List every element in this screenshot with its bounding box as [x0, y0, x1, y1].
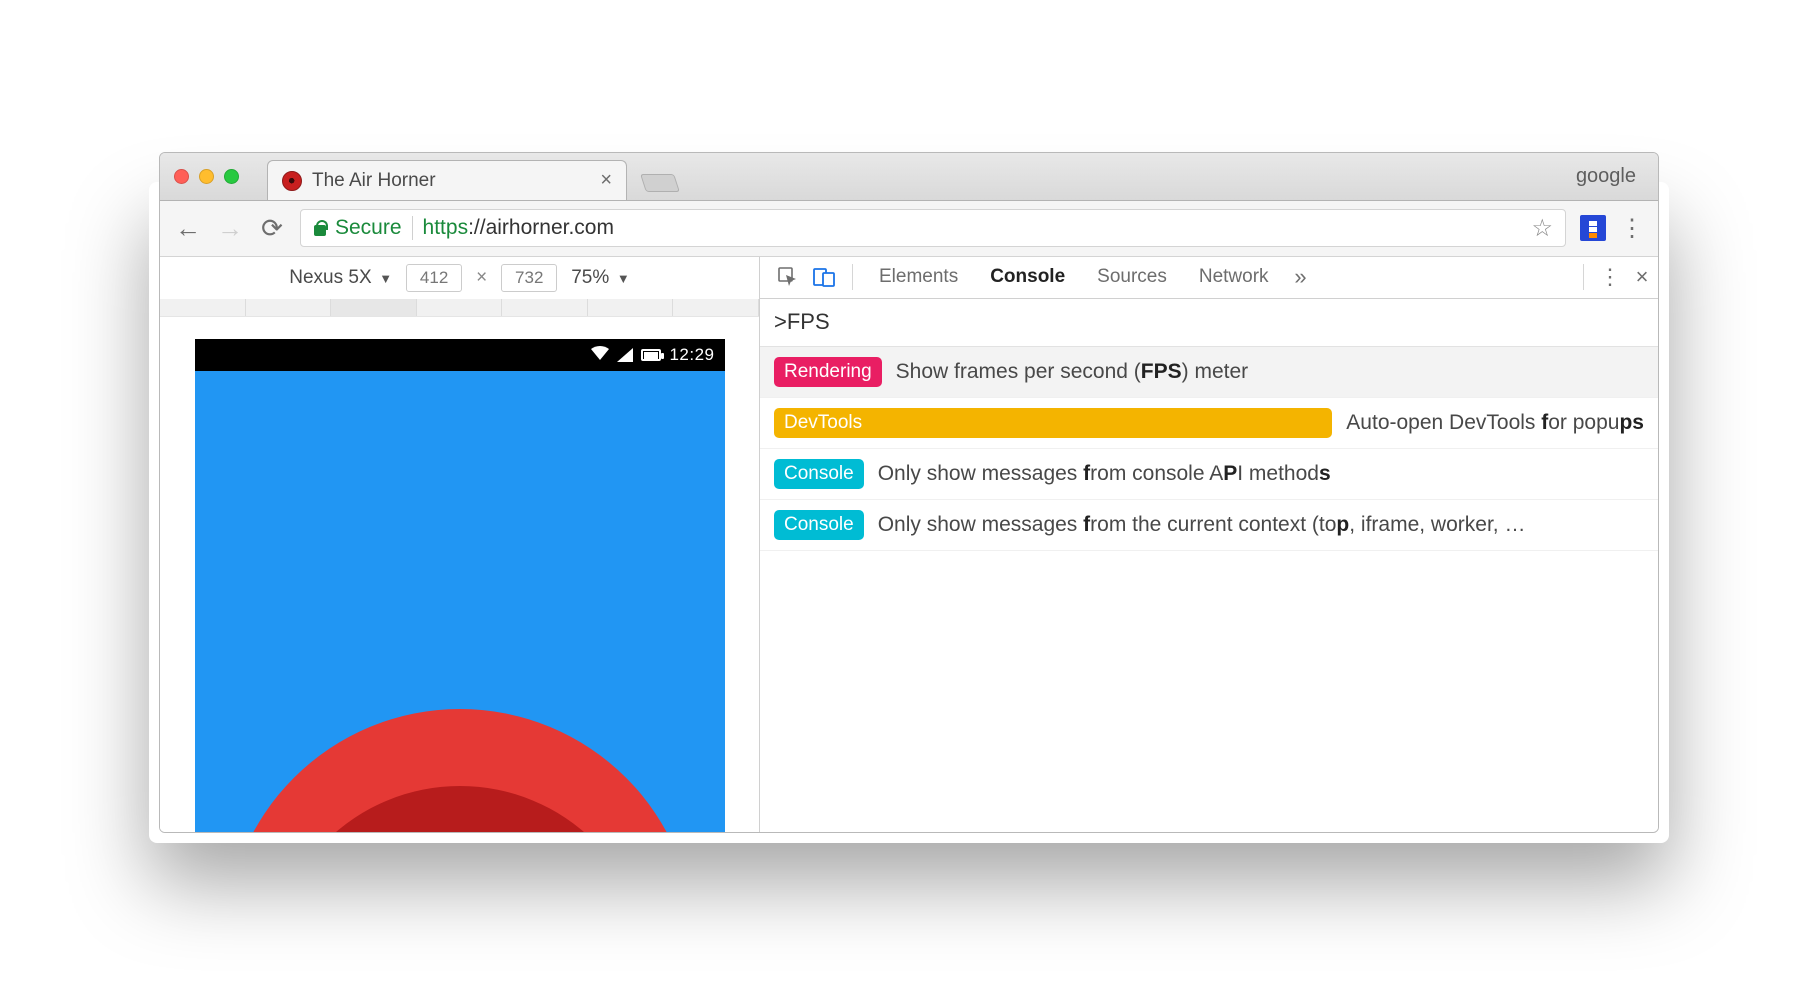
cellular-signal-icon: [617, 348, 633, 362]
separator: [1583, 264, 1584, 290]
browser-tab[interactable]: The Air Horner ×: [267, 160, 627, 200]
toggle-device-toolbar-button[interactable]: [806, 259, 842, 295]
device-toolbar: Nexus 5X ▼ 412 × 732 75% ▼: [160, 257, 759, 299]
command-menu-item-label: Show frames per second (FPS) meter: [896, 360, 1248, 384]
content-area: Nexus 5X ▼ 412 × 732 75% ▼: [160, 257, 1658, 832]
browser-window: The Air Horner × google ← → ⟳ Secure htt…: [159, 152, 1659, 833]
chevron-down-icon: ▼: [613, 271, 629, 286]
command-menu-query: >FPS: [774, 309, 830, 335]
tab-network[interactable]: Network: [1183, 257, 1285, 298]
address-bar[interactable]: Secure https://airhorner.com ☆: [300, 209, 1566, 247]
responsive-ruler[interactable]: [160, 299, 759, 317]
zoom-value: 75%: [571, 267, 609, 288]
zoom-select[interactable]: 75% ▼: [571, 267, 630, 289]
command-menu-item[interactable]: Console Only show messages from console A…: [760, 449, 1658, 500]
url-host: ://airhorner.com: [468, 216, 614, 239]
device-select[interactable]: Nexus 5X ▼: [289, 267, 392, 289]
window-minimize-button[interactable]: [199, 169, 214, 184]
tab-close-button[interactable]: ×: [600, 169, 612, 192]
device-height-input[interactable]: 732: [501, 264, 557, 292]
browser-toolbar: ← → ⟳ Secure https://airhorner.com ☆ ⋮: [160, 201, 1658, 257]
emulated-viewport[interactable]: 12:29: [160, 317, 759, 832]
device-emulation-pane: Nexus 5X ▼ 412 × 732 75% ▼: [160, 257, 760, 832]
tab-console[interactable]: Console: [974, 257, 1081, 298]
inspect-element-button[interactable]: [770, 259, 806, 295]
command-menu-item[interactable]: DevTools Auto-open DevTools for popups: [760, 398, 1658, 449]
new-tab-button[interactable]: [640, 174, 680, 192]
tab-elements[interactable]: Elements: [863, 257, 974, 298]
reload-button[interactable]: ⟳: [258, 213, 286, 244]
bookmark-star-icon[interactable]: ☆: [1531, 214, 1553, 243]
browser-menu-button[interactable]: ⋮: [1620, 214, 1644, 243]
secure-label: Secure: [335, 216, 402, 240]
separator: [412, 216, 413, 240]
url-scheme: https: [423, 216, 469, 239]
lock-icon: [313, 220, 327, 236]
status-time: 12:29: [669, 345, 714, 365]
chevron-down-icon: ▼: [376, 271, 392, 286]
dimension-by-label: ×: [476, 267, 487, 289]
devtools-menu-button[interactable]: ⋮: [1594, 264, 1626, 290]
window-titlebar: The Air Horner × google: [160, 153, 1658, 201]
device-width-input[interactable]: 412: [406, 264, 462, 292]
battery-icon: [641, 349, 661, 361]
tab-sources[interactable]: Sources: [1081, 257, 1183, 298]
command-menu-item-label: Only show messages from console API meth…: [878, 462, 1331, 486]
url-text: https://airhorner.com: [423, 216, 614, 240]
tab-title: The Air Horner: [312, 170, 590, 192]
command-menu-results: Rendering Show frames per second (FPS) me…: [760, 347, 1658, 551]
window-controls: [174, 169, 239, 184]
command-menu-item[interactable]: Rendering Show frames per second (FPS) me…: [760, 347, 1658, 398]
window-close-button[interactable]: [174, 169, 189, 184]
wifi-icon: [591, 345, 609, 365]
more-tabs-button[interactable]: »: [1285, 264, 1317, 290]
emulated-device-screen: 12:29: [195, 339, 725, 832]
command-menu-input[interactable]: >FPS: [760, 299, 1658, 347]
category-badge: DevTools: [774, 408, 1332, 438]
command-menu-item-label: Only show messages from the current cont…: [878, 513, 1526, 537]
profile-label[interactable]: google: [1576, 165, 1644, 188]
devtools-close-button[interactable]: ×: [1626, 264, 1658, 290]
command-menu-item[interactable]: Console Only show messages from the curre…: [760, 500, 1658, 551]
lighthouse-extension-icon[interactable]: [1580, 215, 1606, 241]
android-status-bar: 12:29: [195, 339, 725, 371]
category-badge: Console: [774, 510, 864, 540]
favicon-icon: [282, 171, 302, 191]
separator: [852, 264, 853, 290]
security-indicator[interactable]: Secure: [313, 216, 402, 240]
device-name: Nexus 5X: [289, 267, 371, 288]
category-badge: Rendering: [774, 357, 882, 387]
command-menu-item-label: Auto-open DevTools for popups: [1346, 411, 1644, 435]
devtools-pane: Elements Console Sources Network » ⋮ × >…: [760, 257, 1658, 832]
devtools-tabbar: Elements Console Sources Network » ⋮ ×: [760, 257, 1658, 299]
back-button[interactable]: ←: [174, 213, 202, 244]
window-zoom-button[interactable]: [224, 169, 239, 184]
forward-button[interactable]: →: [216, 213, 244, 244]
category-badge: Console: [774, 459, 864, 489]
